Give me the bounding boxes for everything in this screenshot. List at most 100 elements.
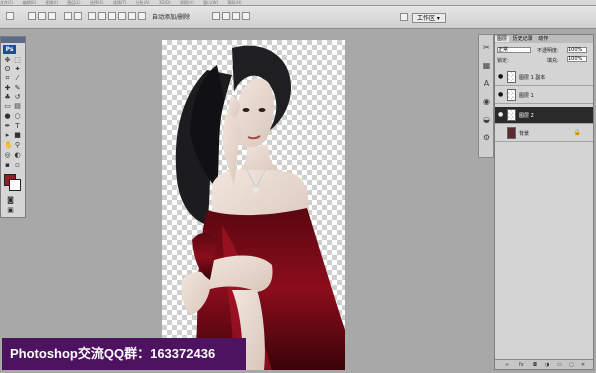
menu-filter[interactable]: 滤镜(T) — [113, 0, 127, 5]
new-layer-icon[interactable]: ▢ — [569, 362, 574, 368]
eyedropper-tool-icon[interactable]: ⁄ — [14, 75, 21, 82]
path-add-icon[interactable] — [212, 12, 220, 20]
quick-mask-icon[interactable]: ◙ — [7, 197, 14, 204]
new-group-icon[interactable]: ▭ — [557, 362, 562, 368]
marquee-tool-icon[interactable]: ⬚ — [14, 57, 21, 64]
adjustments-icon[interactable]: ◉ — [482, 97, 491, 106]
layer-thumbnail — [507, 109, 516, 121]
layer-name: 图层 1 — [519, 93, 534, 99]
masks-icon[interactable]: ◒ — [482, 115, 491, 124]
ellipse-icon[interactable] — [108, 12, 116, 20]
history-brush-tool-icon[interactable]: ↺ — [14, 94, 21, 101]
fill-field[interactable]: 100% — [567, 56, 587, 62]
layer-name: 背景 — [519, 131, 530, 137]
tools-preset-icon[interactable]: ✂ — [482, 43, 491, 52]
link-layers-icon[interactable]: ∞ — [505, 362, 509, 368]
paths-icon[interactable] — [38, 12, 46, 20]
clone-stamp-tool-icon[interactable]: ♣ — [4, 94, 11, 101]
qq-group-caption: Photoshop交流QQ群：163372436 — [2, 338, 246, 370]
menu-layer[interactable]: 图层(L) — [67, 0, 80, 5]
autoadd-checkbox-label[interactable]: 自动添加/删除 — [152, 12, 190, 21]
document-canvas[interactable] — [162, 40, 345, 370]
eye-icon[interactable]: ● — [498, 91, 503, 98]
blend-mode-select[interactable]: 正常 — [497, 47, 531, 53]
woman-in-red-dress-image — [175, 45, 345, 370]
character-icon[interactable]: A — [482, 79, 491, 88]
menu-view[interactable]: 视图(V) — [180, 0, 194, 5]
layer-style-icon[interactable]: fx — [519, 362, 524, 368]
options-bar: 自动添加/删除 工作区 ▾ — [0, 6, 596, 29]
add-mask-icon[interactable]: ◘ — [533, 362, 537, 368]
workspace-button[interactable]: 工作区 ▾ — [412, 13, 446, 23]
eye-icon[interactable]: ● — [498, 73, 503, 80]
gradient-tool-icon[interactable]: ▤ — [14, 103, 21, 110]
tools-panel-header[interactable] — [1, 37, 25, 43]
layer-row[interactable]: 背景 🔒 — [495, 125, 593, 142]
opacity-label: 不透明度: — [537, 48, 559, 54]
rounded-rectangle-icon[interactable] — [98, 12, 106, 20]
layer-name: 图层 1 副本 — [519, 75, 546, 81]
healing-brush-tool-icon[interactable]: ✚ — [4, 85, 11, 92]
freeform-pen-icon[interactable] — [74, 12, 82, 20]
brush-tool-icon[interactable]: ✎ — [14, 85, 21, 92]
rectangle-icon[interactable] — [88, 12, 96, 20]
layer-thumbnail — [507, 89, 516, 101]
layer-row[interactable]: ● 图层 1 副本 — [495, 69, 593, 86]
shape-layers-icon[interactable] — [28, 12, 36, 20]
path-intersect-icon[interactable] — [232, 12, 240, 20]
menu-help[interactable]: 帮助(H) — [227, 0, 241, 5]
menu-window[interactable]: 窗口(W) — [203, 0, 218, 5]
delete-layer-icon[interactable]: ✕ — [581, 362, 585, 368]
tab-actions[interactable]: 动作 — [536, 36, 550, 42]
type-tool-icon[interactable]: T — [14, 123, 21, 130]
tab-layers[interactable]: 图层 — [495, 36, 510, 42]
layer-row[interactable]: ● 图层 2 — [495, 107, 593, 124]
background-color-swatch[interactable] — [9, 179, 21, 191]
lasso-tool-icon[interactable]: ʘ — [4, 66, 11, 73]
tools-panel: Ps ✥ ⬚ ʘ ✦ ⌗ ⁄ ✚ ✎ ♣ ↺ ▭ ▤ ● ○ ✒ T ▸ ■ ✋… — [0, 36, 26, 218]
dodge-tool-icon[interactable]: ○ — [14, 113, 21, 120]
layers-panel-footer: ∞ fx ◘ ◑ ▭ ▢ ✕ — [495, 359, 593, 369]
magic-wand-tool-icon[interactable]: ✦ — [14, 66, 21, 73]
blur-tool-icon[interactable]: ● — [4, 113, 11, 120]
note-tool-icon[interactable]: ▪ — [4, 162, 11, 169]
screen-mode-icon[interactable]: ▣ — [7, 207, 14, 214]
menu-select[interactable]: 选择(S) — [90, 0, 104, 5]
layers-panel-tabs: 图层 历史记录 动作 — [495, 35, 593, 43]
polygon-icon[interactable] — [118, 12, 126, 20]
fill-pixels-icon[interactable] — [48, 12, 56, 20]
ps-logo: Ps — [3, 45, 16, 54]
navigator-icon[interactable]: ⚙ — [482, 133, 491, 142]
custom-shape-icon[interactable] — [138, 12, 146, 20]
count-tool-icon[interactable]: ▫ — [14, 162, 21, 169]
layer-row[interactable]: ● 图层 1 — [495, 87, 593, 104]
move-tool-icon[interactable]: ✥ — [4, 57, 11, 64]
opacity-field[interactable]: 100% — [567, 47, 587, 53]
3d-rotate-tool-icon[interactable]: ◎ — [4, 152, 11, 159]
menu-edit[interactable]: 编辑(E) — [23, 0, 37, 5]
lock-label: 锁定: — [497, 58, 509, 64]
eraser-tool-icon[interactable]: ▭ — [4, 103, 11, 110]
path-subtract-icon[interactable] — [222, 12, 230, 20]
menu-image[interactable]: 图像(I) — [46, 0, 58, 5]
line-icon[interactable] — [128, 12, 136, 20]
adjustment-layer-icon[interactable]: ◑ — [545, 362, 549, 368]
pen-icon[interactable] — [64, 12, 72, 20]
eye-icon[interactable]: ● — [498, 111, 503, 118]
path-select-tool-icon[interactable]: ▸ — [4, 132, 11, 139]
brush-preset-icon[interactable]: ▦ — [482, 61, 491, 70]
camera-icon[interactable] — [400, 13, 408, 21]
hand-tool-icon[interactable]: ✋ — [4, 142, 13, 149]
menu-file[interactable]: 文件(F) — [0, 0, 13, 5]
menu-3d[interactable]: 3D(D) — [159, 0, 171, 5]
pen-tool-icon[interactable]: ✒ — [4, 123, 11, 130]
pen-tool-preset-icon[interactable] — [6, 12, 14, 20]
menu-analysis[interactable]: 分析(A) — [136, 0, 150, 5]
3d-orbit-tool-icon[interactable]: ◐ — [14, 152, 21, 159]
zoom-tool-icon[interactable]: ⚲ — [14, 142, 21, 149]
shape-tool-icon[interactable]: ■ — [14, 132, 21, 139]
tab-history[interactable]: 历史记录 — [511, 36, 535, 42]
layers-panel: 图层 历史记录 动作 正常 不透明度: 100% 锁定: 填充: 100% ● … — [494, 34, 594, 370]
path-exclude-icon[interactable] — [242, 12, 250, 20]
crop-tool-icon[interactable]: ⌗ — [4, 75, 11, 82]
